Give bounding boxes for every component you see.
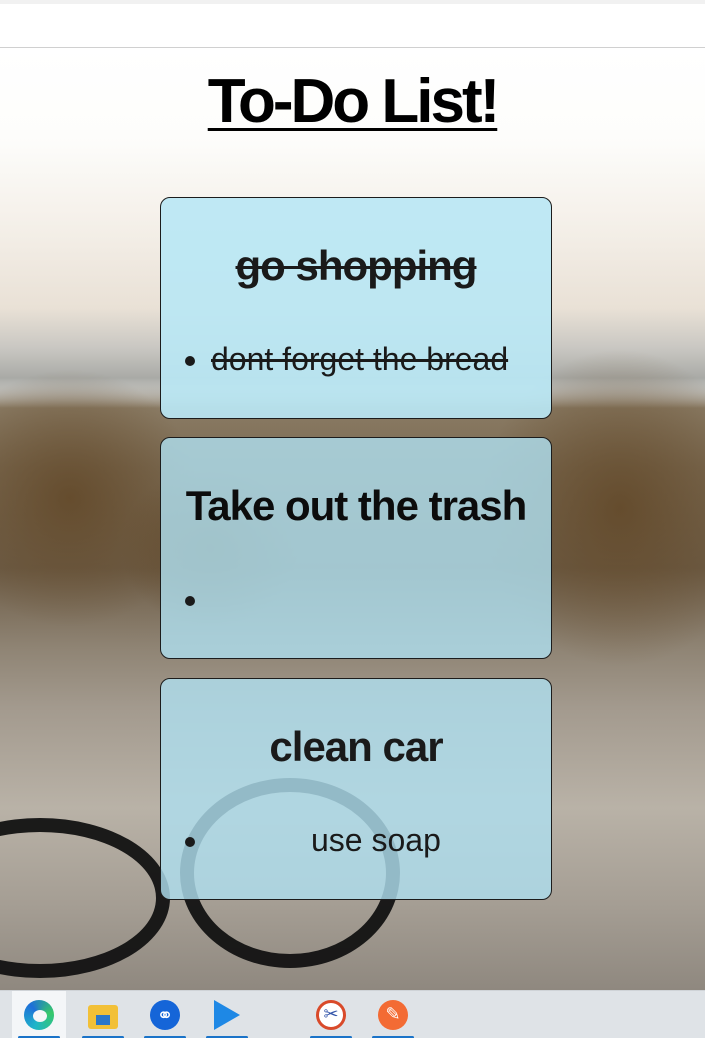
todo-title-completed[interactable]: go shopping (161, 242, 551, 290)
background-glasses (0, 818, 170, 978)
taskbar-app-bluetooth[interactable] (138, 991, 192, 1038)
todo-item-text: dont forget the bread (211, 341, 509, 377)
todo-card[interactable]: Take out the trash (160, 437, 552, 659)
todo-title[interactable]: Take out the trash (161, 482, 551, 530)
todo-items: use soap (211, 822, 551, 862)
taskbar-app-edge[interactable] (12, 991, 66, 1038)
todo-item[interactable] (211, 581, 551, 621)
folder-icon (88, 1005, 118, 1029)
todo-card[interactable]: clean car use soap (160, 678, 552, 900)
vscode-icon (214, 1000, 240, 1030)
taskbar-app-pen[interactable] (366, 991, 420, 1038)
taskbar-app-snipping-tool[interactable] (304, 991, 358, 1038)
pen-icon (378, 1000, 408, 1030)
bluetooth-app-icon (150, 1000, 180, 1030)
todo-item[interactable]: use soap (211, 822, 551, 862)
taskbar (0, 990, 705, 1038)
todo-item[interactable]: dont forget the bread (211, 341, 551, 381)
page-title: To-Do List! (207, 67, 501, 136)
taskbar-app-file-explorer[interactable] (76, 991, 130, 1038)
todo-items: dont forget the bread (211, 341, 551, 381)
todo-item-text: use soap (311, 822, 441, 858)
browser-toolbar-strip (0, 0, 705, 48)
edge-icon (24, 1000, 54, 1030)
todo-card[interactable]: go shopping dont forget the bread (160, 197, 552, 419)
todo-items (211, 581, 551, 621)
taskbar-app-vscode[interactable] (200, 991, 254, 1038)
todo-title[interactable]: clean car (161, 723, 551, 771)
snipping-tool-icon (316, 1000, 346, 1030)
